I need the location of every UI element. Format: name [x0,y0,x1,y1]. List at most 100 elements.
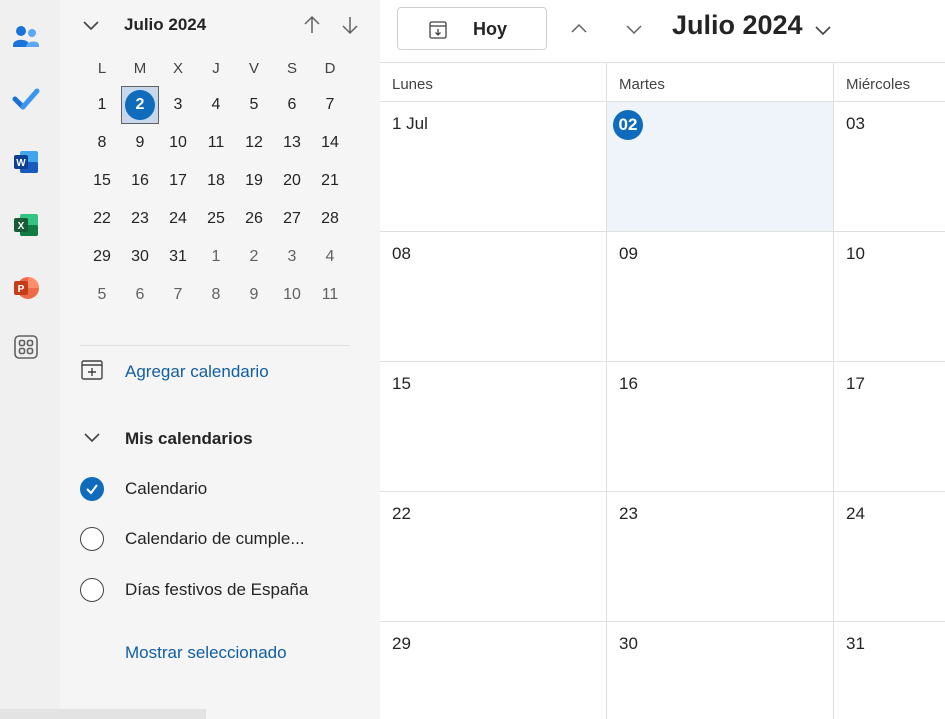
mini-day[interactable]: 19 [235,162,273,200]
mini-day-next-month[interactable]: 10 [273,276,311,314]
month-title[interactable]: Julio 2024 [672,10,803,41]
mini-day[interactable]: 23 [121,200,159,238]
mini-day[interactable]: 20 [273,162,311,200]
apps-icon[interactable] [12,333,40,361]
mini-day-next-month[interactable]: 7 [159,276,197,314]
arrow-down-icon[interactable] [339,14,361,41]
chevron-down-icon [80,425,104,454]
calendar-toolbar: Hoy Julio 2024 [380,0,945,62]
mini-day-next-month[interactable]: 1 [197,238,235,276]
mini-day-next-month[interactable]: 5 [83,276,121,314]
mini-day[interactable]: 5 [235,86,273,124]
unchecked-circle-icon[interactable] [80,527,104,551]
mini-day[interactable]: 27 [273,200,311,238]
day-number: 22 [392,504,411,523]
mini-day[interactable]: 4 [197,86,235,124]
mini-day[interactable]: 21 [311,162,349,200]
add-calendar-button[interactable]: Agregar calendario [80,356,269,388]
powerpoint-icon[interactable]: P [12,274,40,302]
mini-day[interactable]: 24 [159,200,197,238]
mini-day[interactable]: 26 [235,200,273,238]
day-cell[interactable]: 17 [834,362,945,492]
mini-day[interactable]: 22 [83,200,121,238]
day-cell[interactable]: 09 [607,232,834,362]
chevron-down-icon[interactable] [623,18,645,45]
mini-day[interactable]: 6 [273,86,311,124]
mini-day-next-month[interactable]: 11 [311,276,349,314]
mini-week-row: 1 2 3 4 5 6 7 [83,86,349,124]
mini-calendar-header: Julio 2024 [80,10,358,41]
day-header: Lunes [380,62,607,102]
mini-day[interactable]: 17 [159,162,197,200]
mini-day-next-month[interactable]: 2 [235,238,273,276]
day-cell[interactable]: 08 [380,232,607,362]
people-icon[interactable] [12,23,40,51]
calendar-item-calendario[interactable]: Calendario [80,474,207,504]
today-button[interactable]: Hoy [397,7,547,50]
mini-day[interactable]: 16 [121,162,159,200]
show-selected-link[interactable]: Mostrar seleccionado [125,643,287,663]
weekday-label: L [97,59,107,77]
day-cell[interactable]: 1 Jul [380,102,607,232]
mini-day[interactable]: 3 [159,86,197,124]
mini-day[interactable]: 13 [273,124,311,162]
mini-day[interactable]: 14 [311,124,349,162]
unchecked-circle-icon[interactable] [80,578,104,602]
day-cell[interactable]: 23 [607,492,834,622]
chevron-down-icon[interactable] [812,19,834,46]
mini-day[interactable]: 10 [159,124,197,162]
mini-day-next-month[interactable]: 3 [273,238,311,276]
day-number: 08 [392,244,411,263]
mini-day[interactable]: 7 [311,86,349,124]
excel-icon[interactable]: X [12,211,40,239]
today-label: Hoy [473,19,508,39]
day-cell[interactable]: 16 [607,362,834,492]
mini-day[interactable]: 11 [197,124,235,162]
mini-day[interactable]: 15 [83,162,121,200]
chevron-up-icon[interactable] [568,18,590,45]
day-cell[interactable]: 03 [834,102,945,232]
day-number: 30 [619,634,638,653]
mini-day-next-month[interactable]: 4 [311,238,349,276]
my-calendars-label: Mis calendarios [125,429,253,448]
day-cell[interactable]: 15 [380,362,607,492]
weekday-label: V [248,59,259,77]
mini-day[interactable]: 30 [121,238,159,276]
mini-day[interactable]: 12 [235,124,273,162]
mini-day-next-month[interactable]: 8 [197,276,235,314]
day-cell-today[interactable]: 02 [607,102,834,232]
checkmark-icon[interactable] [80,477,104,501]
day-cell[interactable]: 10 [834,232,945,362]
arrow-up-icon[interactable] [301,14,323,41]
calendar-item-birthdays[interactable]: Calendario de cumple... [80,524,305,554]
mini-week-row: 5 6 7 8 9 10 11 [83,276,349,314]
mini-day-next-month[interactable]: 9 [235,276,273,314]
today-day-number: 02 [613,110,643,140]
horizontal-scrollbar[interactable] [0,709,206,719]
mini-day-selected[interactable]: 2 [121,86,159,124]
mini-calendar-title[interactable]: Julio 2024 [124,15,206,35]
mini-day[interactable]: 28 [311,200,349,238]
mini-day[interactable]: 31 [159,238,197,276]
mini-calendar-grid: L M X J V S D 1 2 3 4 5 6 7 8 9 10 11 12… [83,50,349,314]
mini-day[interactable]: 1 [83,86,121,124]
chevron-down-icon[interactable] [80,14,102,41]
day-cell[interactable]: 31 [834,622,945,719]
day-cell[interactable]: 29 [380,622,607,719]
mini-day[interactable]: 9 [121,124,159,162]
word-icon[interactable]: W [12,148,40,176]
todo-icon[interactable] [12,85,40,113]
month-grid: Lunes Martes Miércoles 1 Jul 02 03 08 09… [380,62,945,719]
mini-day[interactable]: 25 [197,200,235,238]
mini-day[interactable]: 18 [197,162,235,200]
mini-day[interactable]: 29 [83,238,121,276]
mini-day-next-month[interactable]: 6 [121,276,159,314]
day-number: 1 Jul [392,114,428,133]
day-cell[interactable]: 24 [834,492,945,622]
day-cell[interactable]: 30 [607,622,834,719]
my-calendars-toggle[interactable]: Mis calendarios [80,424,253,454]
day-cell[interactable]: 22 [380,492,607,622]
calendar-today-icon [428,20,448,45]
calendar-item-holidays[interactable]: Días festivos de España [80,575,308,605]
mini-day[interactable]: 8 [83,124,121,162]
